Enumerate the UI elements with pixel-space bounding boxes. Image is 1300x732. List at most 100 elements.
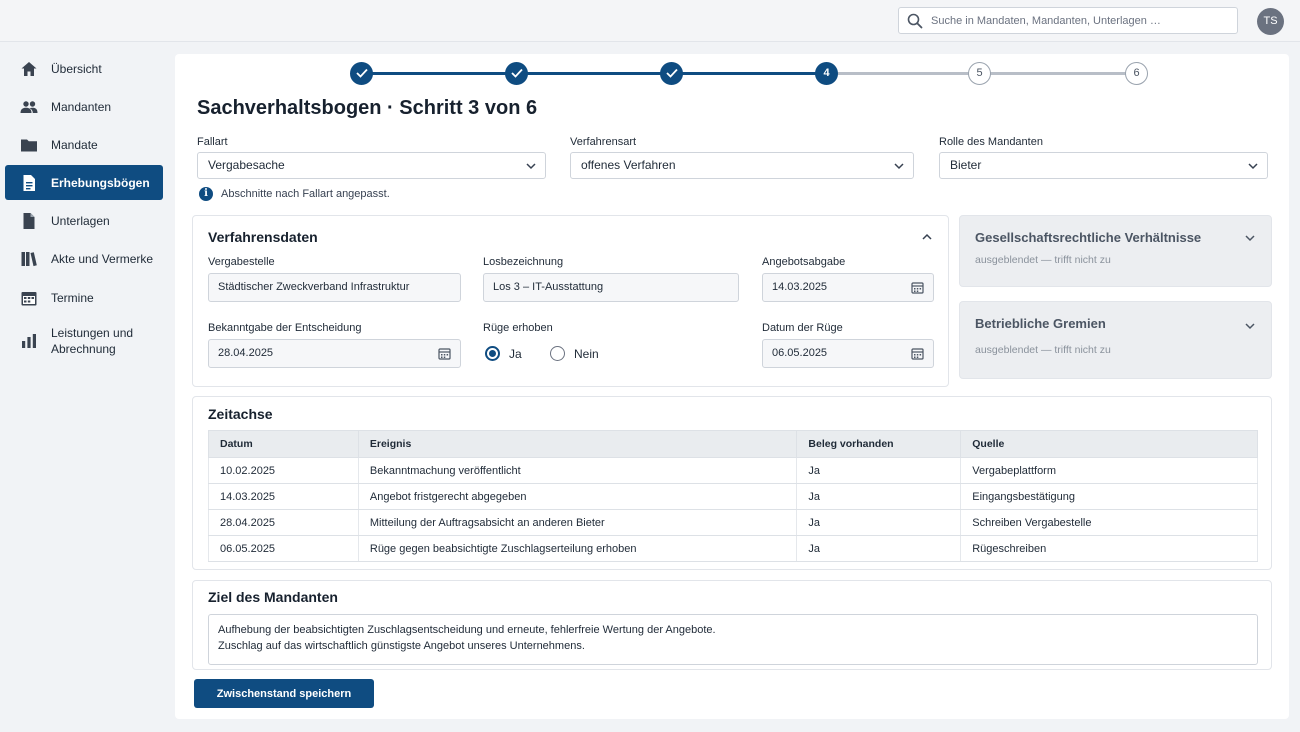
- gremien-title: Betriebliche Gremien: [975, 316, 1106, 331]
- table-row[interactable]: 14.03.2025 Angebot fristgerecht abgegebe…: [208, 483, 1258, 510]
- cell-quelle: Vergabeplattform: [960, 457, 1258, 484]
- bekanntgabe-date-field[interactable]: 28.04.2025: [208, 339, 461, 368]
- column-header[interactable]: Beleg vorhanden: [796, 430, 962, 458]
- sidebar-item-termine[interactable]: Termine: [5, 280, 163, 315]
- sidebar-item-leistungen-abrechnung[interactable]: Leistungen und Abrechnung: [5, 322, 163, 360]
- sidebar-item-unterlagen[interactable]: Unterlagen: [5, 203, 163, 238]
- search-input[interactable]: [931, 8, 1231, 33]
- books-icon: [19, 249, 39, 269]
- datum-ruege-date-field[interactable]: 06.05.2025: [762, 339, 934, 368]
- radio-dot: [485, 346, 500, 361]
- calendar-icon[interactable]: [911, 347, 924, 360]
- bekanntgabe-value: 28.04.2025: [218, 347, 274, 359]
- datum-ruege-label: Datum der Rüge: [762, 322, 843, 334]
- cell-ereignis: Bekanntmachung veröffentlicht: [357, 457, 798, 484]
- chevron-down-icon[interactable]: [1244, 320, 1256, 332]
- cell-datum: 14.03.2025: [208, 483, 359, 510]
- verfahrensart-value: offenes Verfahren: [581, 158, 676, 172]
- calendar-icon[interactable]: [911, 281, 924, 294]
- chevron-down-icon[interactable]: [1244, 232, 1256, 244]
- losbezeichnung-value: Los 3 – IT-Ausstattung: [493, 281, 604, 293]
- cell-quelle: Rügeschreiben: [960, 535, 1258, 562]
- angebotsabgabe-date-field[interactable]: 14.03.2025: [762, 273, 934, 302]
- rolle-label: Rolle des Mandanten: [939, 136, 1043, 148]
- step-1[interactable]: [350, 62, 373, 85]
- sidebar-item-label: Mandanten: [51, 99, 112, 114]
- save-draft-button[interactable]: Zwischenstand speichern: [194, 679, 374, 708]
- check-icon: [665, 68, 678, 78]
- fallart-select[interactable]: Vergabesache: [197, 152, 546, 179]
- sidebar-item-akte-vermerke[interactable]: Akte und Vermerke: [5, 241, 163, 276]
- ziel-textarea[interactable]: Aufhebung der beabsichtigten Zuschlagsen…: [208, 614, 1258, 665]
- sidebar-item-label: Leistungen und Abrechnung: [51, 326, 134, 356]
- vergabestelle-field[interactable]: Städtischer Zweckverband Infrastruktur: [208, 273, 461, 302]
- step-4[interactable]: 4: [815, 62, 838, 85]
- sidebar-item-label: Unterlagen: [51, 213, 110, 228]
- rolle-value: Bieter: [950, 158, 982, 172]
- info-icon: i: [199, 187, 213, 201]
- gremien-status: ausgeblendet — trifft nicht zu: [975, 344, 1111, 356]
- sidebar-item-label: Akte und Vermerke: [51, 251, 154, 266]
- fallart-label: Fallart: [197, 136, 228, 148]
- losbezeichnung-field[interactable]: Los 3 – IT-Ausstattung: [483, 273, 739, 302]
- sidebar-item-erhebungsboegen[interactable]: Erhebungsbögen: [5, 165, 163, 200]
- step-line-done: [362, 72, 827, 75]
- calendar-icon: [19, 288, 39, 308]
- cell-datum: 10.02.2025: [208, 457, 359, 484]
- chevron-up-icon[interactable]: [921, 231, 933, 243]
- cell-beleg: Ja: [796, 483, 962, 510]
- verfahrensart-select[interactable]: offenes Verfahren: [570, 152, 914, 179]
- step-2[interactable]: [505, 62, 528, 85]
- step-5[interactable]: 5: [968, 62, 991, 85]
- step-6[interactable]: 6: [1125, 62, 1148, 85]
- cell-beleg: Ja: [796, 509, 962, 536]
- gremien-card[interactable]: Betriebliche Gremien ausgeblendet — trif…: [959, 301, 1272, 379]
- step-progress: 4 5 6: [350, 54, 1150, 94]
- ruege-radio-nein[interactable]: Nein: [550, 346, 599, 361]
- fallart-value: Vergabesache: [208, 158, 285, 172]
- sidebar-item-uebersicht[interactable]: Übersicht: [5, 51, 163, 86]
- ruege-radio-ja[interactable]: Ja: [485, 346, 522, 361]
- sidebar-item-mandanten[interactable]: Mandanten: [5, 89, 163, 124]
- cell-quelle: Eingangsbestätigung: [960, 483, 1258, 510]
- search-icon: [907, 13, 923, 29]
- losbezeichnung-label: Losbezeichnung: [483, 256, 564, 268]
- cell-quelle: Schreiben Vergabestelle: [960, 509, 1258, 536]
- search-box[interactable]: [898, 7, 1238, 34]
- user-avatar[interactable]: TS: [1257, 8, 1284, 35]
- document-icon: [19, 173, 39, 193]
- calendar-icon[interactable]: [438, 347, 451, 360]
- check-icon: [510, 68, 523, 78]
- home-icon: [19, 59, 39, 79]
- table-row[interactable]: 06.05.2025 Rüge gegen beabsichtigte Zusc…: [208, 535, 1258, 562]
- top-bar: TS: [0, 0, 1300, 42]
- rolle-select[interactable]: Bieter: [939, 152, 1268, 179]
- chevron-down-icon: [1248, 163, 1258, 170]
- radio-label: Nein: [574, 346, 599, 361]
- verfahrensdaten-title: Verfahrensdaten: [208, 229, 318, 245]
- sidebar-item-label: Erhebungsbögen: [51, 175, 150, 190]
- table-row[interactable]: 10.02.2025 Bekanntmachung veröffentlicht…: [208, 457, 1258, 484]
- datum-ruege-value: 06.05.2025: [772, 347, 828, 359]
- sidebar: Übersicht Mandanten Mandate Erhebungsbög…: [0, 42, 170, 732]
- gesellschaftsrecht-status: ausgeblendet — trifft nicht zu: [975, 254, 1111, 266]
- verfahrensart-label: Verfahrensart: [570, 136, 637, 148]
- bekanntgabe-label: Bekanntgabe der Entscheidung: [208, 322, 362, 334]
- step-3[interactable]: [660, 62, 683, 85]
- cell-ereignis: Angebot fristgerecht abgegeben: [357, 483, 798, 510]
- column-header[interactable]: Ereignis: [357, 430, 798, 458]
- vergabestelle-value: Städtischer Zweckverband Infrastruktur: [218, 281, 410, 293]
- sidebar-item-label: Mandate: [51, 137, 98, 152]
- cell-datum: 28.04.2025: [208, 509, 359, 536]
- ziel-title: Ziel des Mandanten: [208, 589, 338, 605]
- sidebar-item-mandate[interactable]: Mandate: [5, 127, 163, 162]
- gesellschaftsrecht-card[interactable]: Gesellschaftsrechtliche Verhältnisse aus…: [959, 215, 1272, 287]
- ziel-card: Ziel des Mandanten Aufhebung der beabsic…: [192, 580, 1272, 670]
- zeitachse-card: Zeitachse Datum Ereignis Beleg vorhanden…: [192, 396, 1272, 570]
- folder-icon: [19, 135, 39, 155]
- ruege-label: Rüge erhoben: [483, 322, 553, 334]
- column-header[interactable]: Quelle: [960, 430, 1258, 458]
- verfahrensdaten-card: Verfahrensdaten Vergabestelle Städtische…: [192, 215, 949, 387]
- column-header[interactable]: Datum: [208, 430, 359, 458]
- table-row[interactable]: 28.04.2025 Mitteilung der Auftragsabsich…: [208, 509, 1258, 536]
